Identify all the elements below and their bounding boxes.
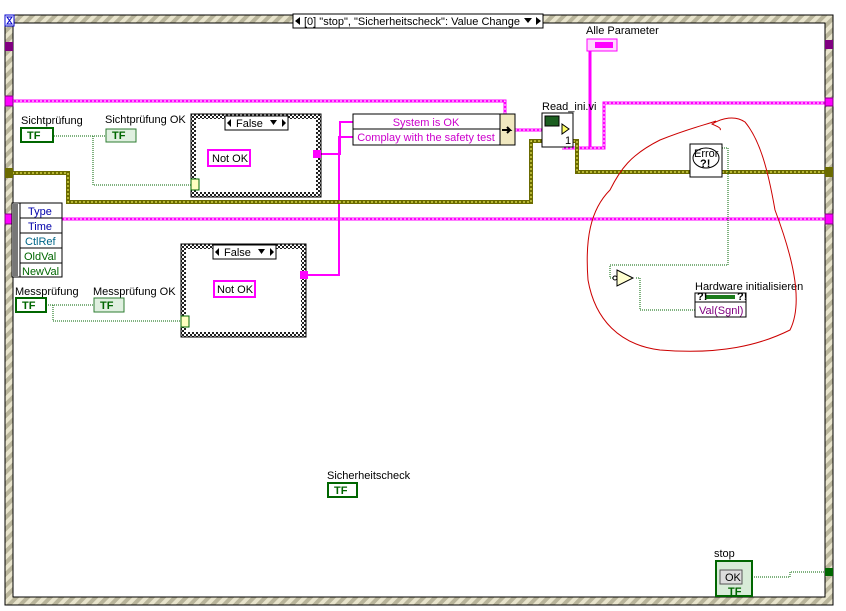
event-field-type: Type — [28, 206, 52, 218]
tf-glyph: TF — [112, 130, 126, 142]
case-structure-2[interactable]: False Not OK — [180, 243, 308, 338]
label: Messprüfung — [15, 286, 79, 298]
index-label: 1 — [565, 135, 571, 147]
event-data-node[interactable]: Type Time CtlRef OldVal NewVal — [11, 202, 63, 278]
label: Sichtprüfung OK — [105, 114, 186, 126]
string-constant: Not OK — [212, 153, 249, 165]
waveform-icon — [544, 115, 560, 127]
case-selector-terminal — [190, 178, 200, 191]
ok-button-glyph: OK — [725, 572, 742, 584]
label: Alle Parameter — [586, 25, 659, 37]
block-diagram: [0] "stop", "Sicherheitscheck": Value Ch… — [4, 13, 834, 606]
case-selector-label: False — [224, 247, 251, 259]
svg-text:?!: ?! — [697, 291, 707, 303]
tf-glyph: TF — [728, 586, 742, 598]
tf-glyph: TF — [334, 485, 348, 497]
property-label: Val(Sgnl) — [699, 305, 743, 317]
error-handler-node[interactable]: Error ?! — [689, 143, 723, 178]
label: Messprüfung OK — [93, 286, 176, 298]
bundle-item: System is OK — [393, 117, 460, 129]
event-field-oldval: OldVal — [24, 251, 56, 263]
event-case-selector[interactable]: [0] "stop", "Sicherheitscheck": Value Ch… — [292, 13, 544, 29]
case-selector-label: [0] "stop", "Sicherheitscheck": Value Ch… — [304, 16, 520, 28]
event-timeout-node — [4, 14, 15, 27]
error-glyph: ?! — [700, 158, 710, 170]
label: Sichtprüfung — [21, 115, 83, 127]
event-field-time: Time — [28, 221, 52, 233]
label: stop — [714, 548, 735, 560]
event-field-newval: NewVal — [22, 266, 59, 278]
tf-glyph: TF — [100, 300, 114, 312]
event-field-ctlref: CtlRef — [25, 236, 57, 248]
case-selector-terminal — [180, 315, 190, 328]
case-structure-1[interactable]: False Not OK — [190, 113, 322, 198]
label: Read_ini.vi — [542, 101, 596, 113]
case-selector-label: False — [236, 118, 263, 130]
label: Hardware initialisieren — [695, 281, 803, 293]
tf-glyph: TF — [22, 300, 36, 312]
string-constant: Not OK — [217, 284, 254, 296]
svg-text:?!: ?! — [737, 291, 747, 303]
bundle-node[interactable]: System is OK Complay with the safety tes… — [352, 113, 516, 146]
bundle-item: Complay with the safety test — [357, 132, 495, 144]
tf-glyph: TF — [27, 130, 41, 142]
label: Sicherheitscheck — [327, 470, 411, 482]
